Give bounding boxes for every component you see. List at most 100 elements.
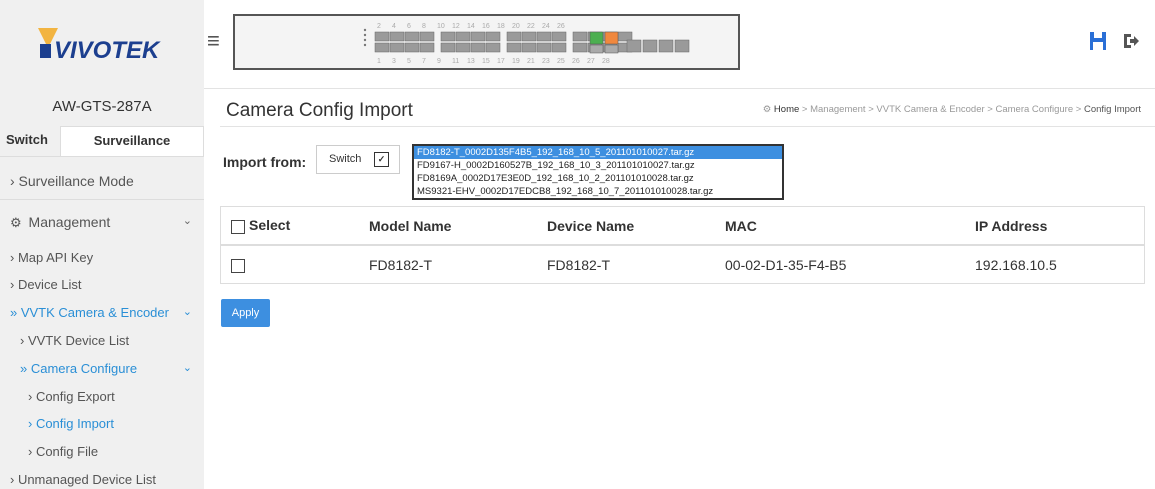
sidebar-item-config-file[interactable]: › Config File	[0, 444, 204, 459]
port-number: 5	[407, 58, 411, 65]
port-number: 28	[602, 58, 610, 65]
dropdown-option[interactable]: FD9167-H_0002D160527B_192_168_10_3_20110…	[414, 159, 782, 172]
port-number: 11	[452, 58, 459, 65]
port-top	[551, 31, 567, 42]
sfp-port	[658, 39, 674, 53]
port-top	[470, 31, 486, 42]
sidebar-item-label: › Surveillance Mode	[10, 173, 134, 189]
col-model-name: Model Name	[359, 206, 537, 246]
breadcrumb-sep: >	[987, 104, 993, 115]
port-number: 1	[377, 58, 381, 65]
sidebar-divider	[0, 199, 204, 200]
chevron-down-icon: ⌄	[182, 215, 192, 227]
dropdown-option[interactable]: FD8169A_0002D17E3E0D_192_168_10_2_201101…	[414, 172, 782, 185]
port-bottom	[506, 42, 522, 53]
port-bottom	[536, 42, 552, 53]
tab-surveillance[interactable]: Surveillance	[60, 126, 204, 156]
breadcrumb-item[interactable]: VVTK Camera & Encoder	[876, 104, 984, 115]
sidebar-item-label: › Config Export	[28, 389, 115, 404]
sidebar-item-label: » VVTK Camera & Encoder	[10, 305, 169, 320]
sfp-port	[642, 39, 658, 53]
breadcrumb-home[interactable]: Home	[774, 104, 799, 115]
port-bottom	[551, 42, 567, 53]
port-number: 17	[497, 58, 505, 65]
sidebar-item-camera-configure[interactable]: » Camera Configure ⌄	[0, 361, 204, 376]
breadcrumb-item[interactable]: Management	[810, 104, 865, 115]
port-bottom	[470, 42, 486, 53]
title-divider	[220, 126, 1155, 127]
uplink-port	[604, 44, 619, 54]
port-number: 14	[467, 23, 475, 30]
port-top	[506, 31, 522, 42]
breadcrumb-sep: >	[801, 104, 808, 115]
sidebar-item-map-api-key[interactable]: › Map API Key	[0, 250, 204, 265]
save-icon[interactable]	[1090, 32, 1106, 53]
port-top	[374, 31, 390, 42]
menu-toggle-icon[interactable]: ≡	[207, 28, 220, 54]
dropdown-option[interactable]: MS9321-EHV_0002D17EDCB8_192_168_10_7_201…	[414, 185, 782, 198]
port-number: 12	[452, 23, 460, 30]
sidebar-item-label: › Unmanaged Device List	[10, 472, 156, 487]
gear-icon: ⚙	[10, 215, 22, 230]
port-top	[455, 31, 471, 42]
port-bottom	[485, 42, 501, 53]
sfp-port	[626, 39, 642, 53]
breadcrumb-sep: >	[868, 104, 874, 115]
switch-port-panel[interactable]: 2 4 6 8 10 12 14 16 18 20 22 24 26 1 3 5 7 9 11 13 15 17 19 21 2…	[233, 14, 740, 70]
sidebar-item-unmanaged-device-list[interactable]: › Unmanaged Device List	[0, 472, 204, 487]
port-number: 26	[557, 23, 565, 30]
main-content: Camera Config Import ⚙ Home > Management…	[204, 88, 1155, 489]
port-number: 8	[422, 23, 426, 30]
col-select-label: Select	[249, 217, 291, 234]
import-from-select[interactable]: Switch ✓	[316, 145, 400, 174]
port-top	[389, 31, 405, 42]
port-number: 19	[512, 58, 520, 65]
port-number: 18	[497, 23, 505, 30]
breadcrumb-item[interactable]: Camera Configure	[996, 104, 1074, 115]
port-number: 22	[527, 23, 535, 30]
port-bottom	[419, 42, 435, 53]
port-number: 26	[572, 58, 580, 65]
row-checkbox[interactable]	[231, 258, 245, 273]
sidebar-item-vvtk-device-list[interactable]: › VVTK Device List	[0, 333, 204, 348]
col-mac: MAC	[715, 206, 965, 246]
chevron-down-icon[interactable]: ✓	[374, 152, 389, 167]
logout-icon[interactable]	[1122, 32, 1140, 53]
sidebar-item-label: › Config Import	[28, 416, 114, 431]
config-file-dropdown[interactable]: FD8182-T_0002D135F4B5_192_168_10_5_20110…	[412, 144, 784, 200]
breadcrumb: ⚙ Home > Management > VVTK Camera & Enco…	[763, 104, 1141, 115]
sidebar-item-vvtk-camera-encoder[interactable]: » VVTK Camera & Encoder ⌄	[0, 305, 204, 320]
sidebar-item-surveillance-mode[interactable]: › Surveillance Mode	[0, 173, 204, 189]
vivotek-logo[interactable]: VIVOTEK	[38, 26, 178, 64]
dropdown-option[interactable]: FD8182-T_0002D135F4B5_192_168_10_5_20110…	[414, 146, 782, 159]
port-number: 2	[377, 23, 381, 30]
console-dot	[363, 43, 367, 47]
console-dot	[363, 33, 367, 37]
apply-button[interactable]: Apply	[221, 299, 270, 327]
sidebar-tabs: Switch Surveillance	[0, 126, 204, 157]
console-dot	[363, 28, 367, 32]
port-bottom	[440, 42, 456, 53]
uplink-port	[589, 44, 604, 54]
row-select-cell	[220, 244, 359, 284]
port-number: 10	[437, 23, 445, 30]
tab-switch[interactable]: Switch	[0, 126, 60, 156]
sidebar-item-config-export[interactable]: › Config Export	[0, 389, 204, 404]
sidebar-item-label: » Camera Configure	[20, 361, 138, 376]
port-number: 24	[542, 23, 550, 30]
port-top	[536, 31, 552, 42]
sidebar-item-label: › Map API Key	[10, 250, 94, 265]
cell-device: FD8182-T	[537, 244, 715, 284]
port-bottom	[521, 42, 537, 53]
select-all-checkbox[interactable]	[231, 219, 245, 234]
sidebar-item-config-import[interactable]: › Config Import	[0, 416, 204, 431]
sidebar-item-management[interactable]: ⚙ Management ⌄	[0, 214, 204, 231]
table-header-row: Select Model Name Device Name MAC IP Add…	[220, 206, 1145, 246]
console-dot	[363, 38, 367, 42]
cell-mac: 00-02-D1-35-F4-B5	[715, 244, 965, 284]
port-top	[485, 31, 501, 42]
port-number: 27	[587, 58, 595, 65]
port-number: 16	[482, 23, 490, 30]
sidebar-item-device-list[interactable]: › Device List	[0, 277, 204, 292]
logo-area: VIVOTEK	[0, 0, 204, 88]
